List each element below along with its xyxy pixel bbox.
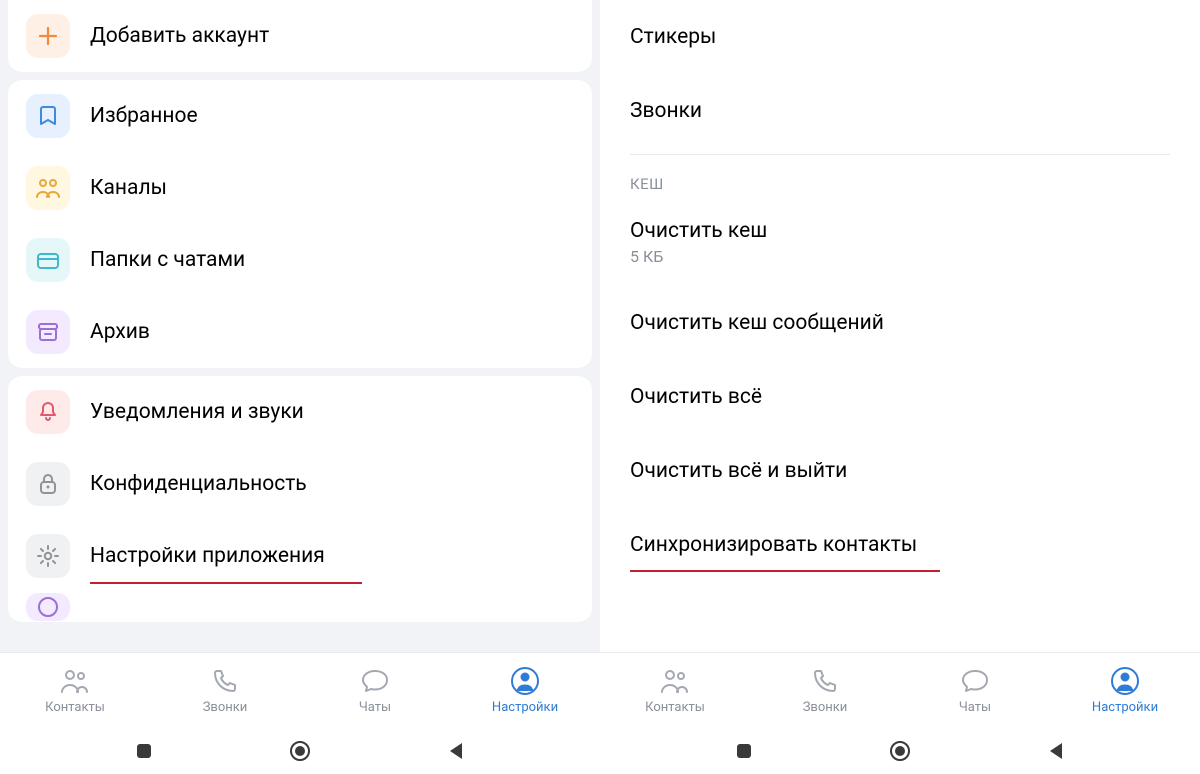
settings-icon <box>510 666 540 696</box>
row-label: Архив <box>90 320 150 344</box>
row-label: Синхронизировать контакты <box>630 533 1170 557</box>
highlight-underline <box>630 570 940 572</box>
tab-label: Чаты <box>959 700 991 715</box>
tab-settings[interactable]: Настройки <box>1050 666 1200 715</box>
row-label: Каналы <box>90 176 167 200</box>
tab-chats[interactable]: Чаты <box>900 666 1050 715</box>
right-content: Стикеры Звонки КЕШ Очистить кеш 5 КБ Очи… <box>600 0 1200 652</box>
row-label: Избранное <box>90 104 198 128</box>
row-sublabel: 5 КБ <box>630 247 1170 266</box>
tab-calls[interactable]: Звонки <box>150 666 300 715</box>
tab-settings[interactable]: Настройки <box>450 666 600 715</box>
row-clear-all[interactable]: Очистить всё <box>600 360 1200 434</box>
system-nav <box>0 728 600 774</box>
row-add-account[interactable]: Добавить аккаунт <box>8 0 592 72</box>
tab-label: Настройки <box>492 700 558 715</box>
phone-right: Стикеры Звонки КЕШ Очистить кеш 5 КБ Очи… <box>600 0 1200 774</box>
row-label: Настройки приложения <box>90 544 325 568</box>
bookmark-icon <box>26 94 70 138</box>
archive-icon <box>26 310 70 354</box>
tabbar: Контакты Звонки Чаты Настройки <box>600 652 1200 728</box>
tab-label: Контакты <box>645 700 705 715</box>
nav-home[interactable] <box>888 739 912 763</box>
row-label: Добавить аккаунт <box>90 24 269 48</box>
row-clear-msg-cache[interactable]: Очистить кеш сообщений <box>600 286 1200 360</box>
nav-back[interactable] <box>1044 739 1068 763</box>
tab-calls[interactable]: Звонки <box>750 666 900 715</box>
divider <box>630 154 1170 155</box>
row-label: Очистить всё и выйти <box>630 459 1170 483</box>
row-label: Очистить кеш <box>630 219 1170 243</box>
row-label: Очистить всё <box>630 385 1170 409</box>
row-app-settings[interactable]: Настройки приложения <box>8 520 592 592</box>
tab-chats[interactable]: Чаты <box>300 666 450 715</box>
tab-label: Звонки <box>803 700 848 715</box>
row-calls[interactable]: Звонки <box>600 74 1200 148</box>
left-content: Добавить аккаунт Избранное Каналы Па <box>0 0 600 652</box>
tab-contacts[interactable]: Контакты <box>600 666 750 715</box>
chat-icon <box>360 666 390 696</box>
row-notifications[interactable]: Уведомления и звуки <box>8 376 592 448</box>
chat-icon <box>960 666 990 696</box>
channels-icon <box>26 166 70 210</box>
row-label: Папки с чатами <box>90 248 245 272</box>
nav-recent[interactable] <box>132 739 156 763</box>
phone-icon <box>810 666 840 696</box>
row-privacy[interactable]: Конфиденциальность <box>8 448 592 520</box>
row-favorites[interactable]: Избранное <box>8 80 592 152</box>
nav-recent[interactable] <box>732 739 756 763</box>
row-clear-all-logout[interactable]: Очистить всё и выйти <box>600 434 1200 508</box>
row-chat-folders[interactable]: Папки с чатами <box>8 224 592 296</box>
phone-icon <box>210 666 240 696</box>
row-label: Стикеры <box>630 25 1170 49</box>
tab-label: Настройки <box>1092 700 1158 715</box>
highlight-underline <box>90 582 362 584</box>
contacts-icon <box>660 666 690 696</box>
nav-back[interactable] <box>444 739 468 763</box>
partial-icon <box>26 593 70 621</box>
section-cache: КЕШ <box>600 165 1200 199</box>
bell-icon <box>26 390 70 434</box>
settings-icon <box>1110 666 1140 696</box>
row-partial[interactable] <box>8 592 592 622</box>
tab-label: Чаты <box>359 700 391 715</box>
plus-icon <box>26 14 70 58</box>
tab-contacts[interactable]: Контакты <box>0 666 150 715</box>
contacts-icon <box>60 666 90 696</box>
tabbar: Контакты Звонки Чаты Настройки <box>0 652 600 728</box>
folder-icon <box>26 238 70 282</box>
row-archive[interactable]: Архив <box>8 296 592 368</box>
row-clear-cache[interactable]: Очистить кеш 5 КБ <box>600 199 1200 286</box>
nav-home[interactable] <box>288 739 312 763</box>
row-label: Звонки <box>630 99 1170 123</box>
row-sync-contacts[interactable]: Синхронизировать контакты <box>600 508 1200 582</box>
tab-label: Звонки <box>203 700 248 715</box>
system-nav <box>600 728 1200 774</box>
gear-icon <box>26 534 70 578</box>
row-channels[interactable]: Каналы <box>8 152 592 224</box>
phone-left: Добавить аккаунт Избранное Каналы Па <box>0 0 600 774</box>
row-label: Уведомления и звуки <box>90 400 304 424</box>
row-label: Очистить кеш сообщений <box>630 311 1170 335</box>
row-stickers[interactable]: Стикеры <box>600 0 1200 74</box>
row-label: Конфиденциальность <box>90 472 307 496</box>
lock-icon <box>26 462 70 506</box>
tab-label: Контакты <box>45 700 105 715</box>
